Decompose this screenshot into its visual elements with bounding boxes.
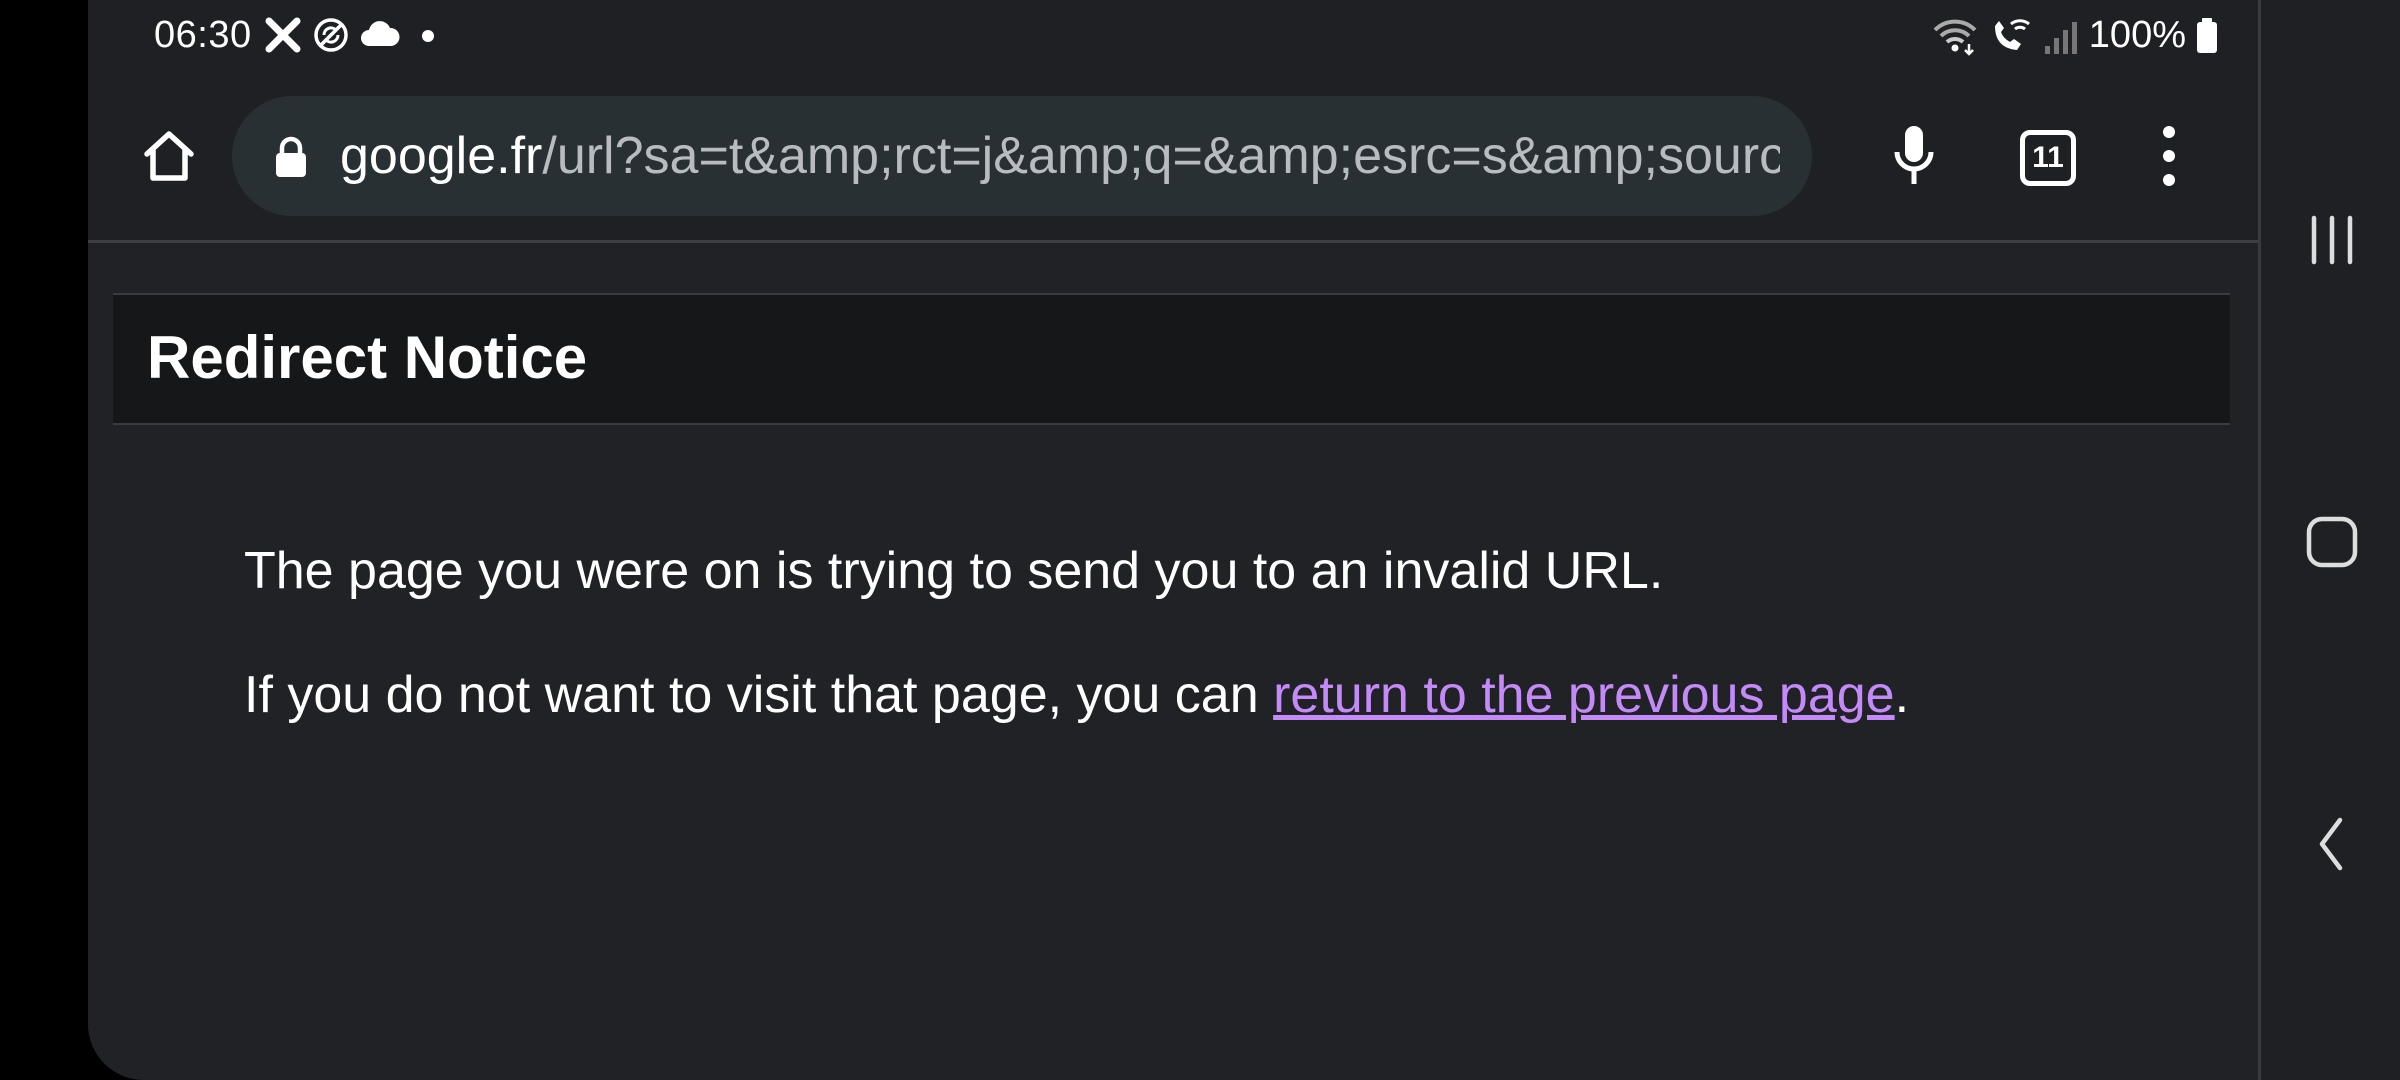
- return-message: If you do not want to visit that page, y…: [244, 665, 1909, 725]
- page-title: Redirect Notice: [147, 324, 588, 391]
- url-domain: google.fr: [340, 127, 543, 185]
- url-path: /url?sa=t&amp;rct=j&amp;q=&amp;esrc=s&am…: [542, 127, 1780, 185]
- lock-icon[interactable]: [272, 136, 310, 178]
- home-nav-button[interactable]: [2261, 482, 2400, 602]
- signal-icon: [2044, 21, 2077, 54]
- status-time: 06:30: [154, 14, 252, 56]
- menu-dot-icon: [2163, 174, 2175, 186]
- return-previous-page-link[interactable]: return to the previous page: [1273, 666, 1895, 724]
- status-bar: 06:30 100%: [88, 0, 2258, 72]
- wifi-calling-icon: [1994, 18, 2030, 50]
- browser-toolbar: google.fr/url?sa=t&amp;rct=j&amp;q=&amp;…: [88, 72, 2258, 243]
- return-message-suffix: .: [1894, 666, 1910, 724]
- home-icon: [144, 131, 194, 181]
- more-menu-button[interactable]: [2144, 116, 2194, 196]
- recent-apps-button[interactable]: [2261, 180, 2400, 300]
- wifi-icon: [1933, 19, 1977, 56]
- microphone-icon: [1894, 126, 1934, 184]
- back-icon: [2319, 817, 2343, 871]
- url-text[interactable]: google.fr/url?sa=t&amp;rct=j&amp;q=&amp;…: [340, 96, 1780, 216]
- phone-screen: 06:30 100% google.fr/url?sa=t&amp;rct=j&…: [88, 0, 2258, 1080]
- status-right: 100%: [1931, 14, 2218, 57]
- x-icon: [265, 17, 301, 53]
- home-button[interactable]: [126, 120, 212, 192]
- tab-count: 11: [2032, 141, 2064, 174]
- recent-apps-icon: [2311, 215, 2353, 265]
- no-sync-icon: [314, 18, 348, 52]
- battery-percent: 100%: [2088, 14, 2186, 56]
- dot-icon: [422, 30, 434, 42]
- battery-icon: [2197, 17, 2217, 53]
- redirect-header: Redirect Notice: [113, 293, 2230, 425]
- navigation-bar: [2258, 0, 2400, 1080]
- cloud-icon: [361, 21, 400, 46]
- tab-switcher-button[interactable]: 11: [2020, 130, 2076, 186]
- home-nav-icon: [2306, 516, 2358, 568]
- url-bar[interactable]: google.fr/url?sa=t&amp;rct=j&amp;q=&amp;…: [232, 96, 1812, 216]
- invalid-url-message: The page you were on is trying to send y…: [244, 542, 1664, 600]
- voice-search-button[interactable]: [1874, 116, 1954, 196]
- page-content: Redirect Notice The page you were on is …: [88, 243, 2258, 1080]
- menu-dot-icon: [2163, 126, 2175, 138]
- menu-dot-icon: [2163, 150, 2175, 162]
- return-message-prefix: If you do not want to visit that page, y…: [244, 666, 1274, 724]
- back-button[interactable]: [2261, 784, 2400, 904]
